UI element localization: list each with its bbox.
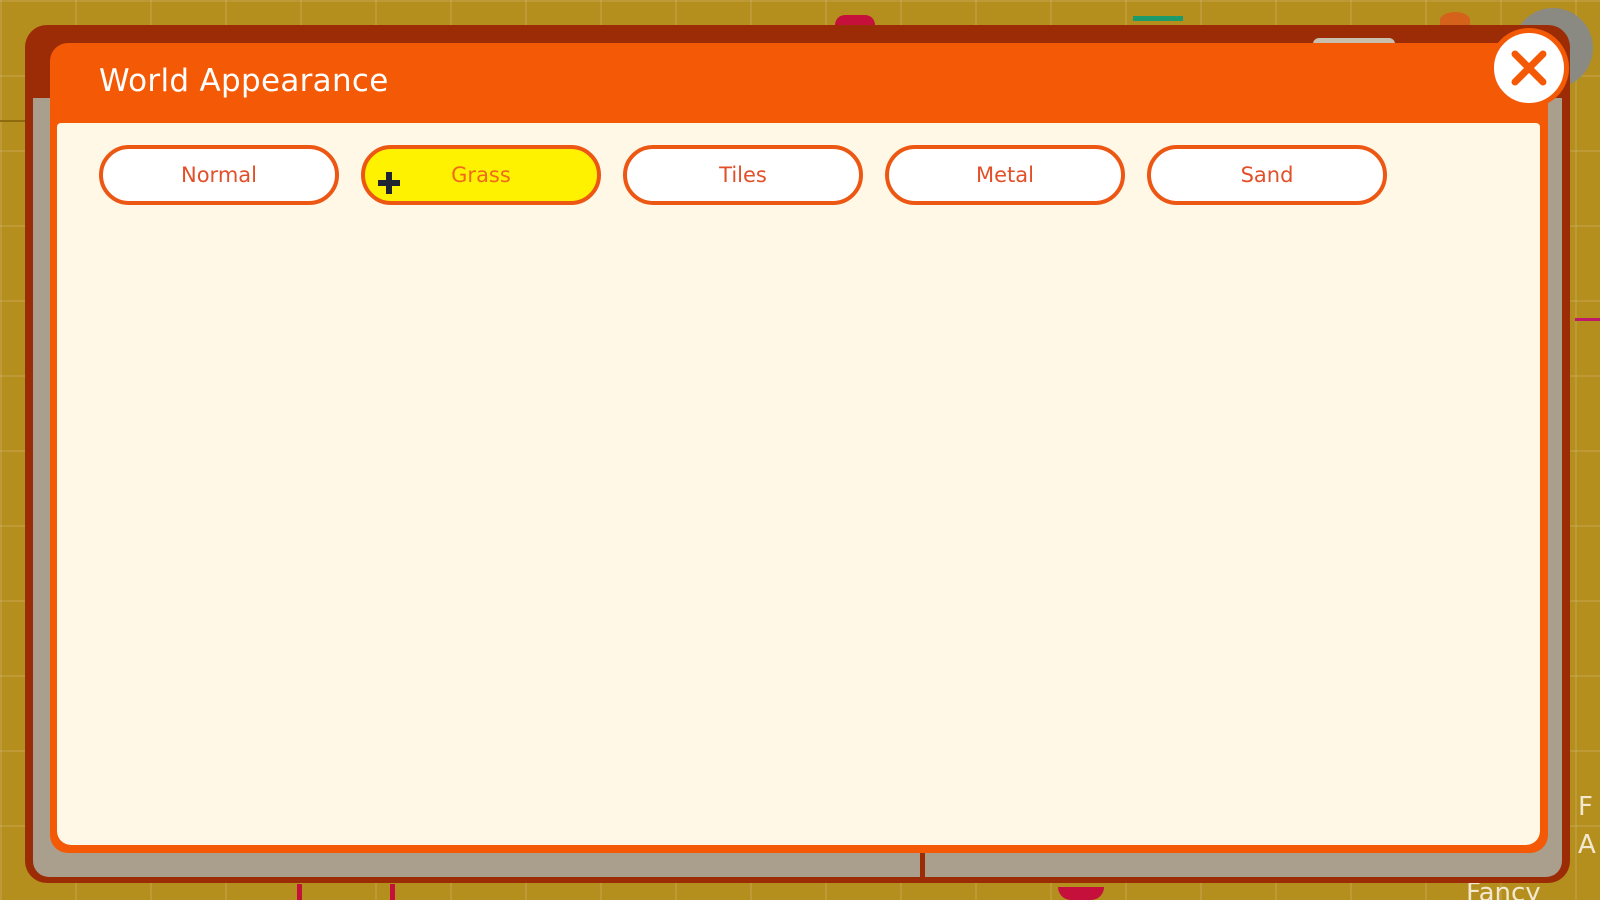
world-appearance-dialog: World Appearance Normal Grass Tiles Meta… [50, 43, 1548, 853]
crosshair-cursor-icon [378, 172, 400, 194]
background-line-red-bottom [297, 884, 302, 900]
background-edge-text-f: F [1578, 792, 1593, 822]
option-tiles-button[interactable]: Tiles [623, 145, 863, 205]
option-label: Normal [181, 163, 257, 187]
option-grass-button[interactable]: Grass [361, 145, 601, 205]
option-sand-button[interactable]: Sand [1147, 145, 1387, 205]
background-line-magenta [1575, 318, 1600, 321]
frame-divider [920, 850, 925, 880]
option-label: Grass [451, 163, 511, 187]
option-label: Tiles [719, 163, 767, 187]
background-marker-green [1133, 16, 1183, 21]
option-metal-button[interactable]: Metal [885, 145, 1125, 205]
dialog-content: Normal Grass Tiles Metal Sand [57, 123, 1540, 845]
background-grid-line [0, 120, 25, 122]
background-marker-red-bottom [1058, 887, 1104, 900]
background-edge-text-a: A [1578, 830, 1596, 860]
appearance-options: Normal Grass Tiles Metal Sand [99, 145, 1387, 205]
close-button[interactable] [1489, 28, 1569, 108]
dialog-title: World Appearance [99, 63, 389, 99]
option-label: Sand [1240, 163, 1294, 187]
close-icon [1511, 50, 1547, 86]
option-label: Metal [976, 163, 1034, 187]
background-line-red-bottom-2 [390, 884, 395, 900]
option-normal-button[interactable]: Normal [99, 145, 339, 205]
